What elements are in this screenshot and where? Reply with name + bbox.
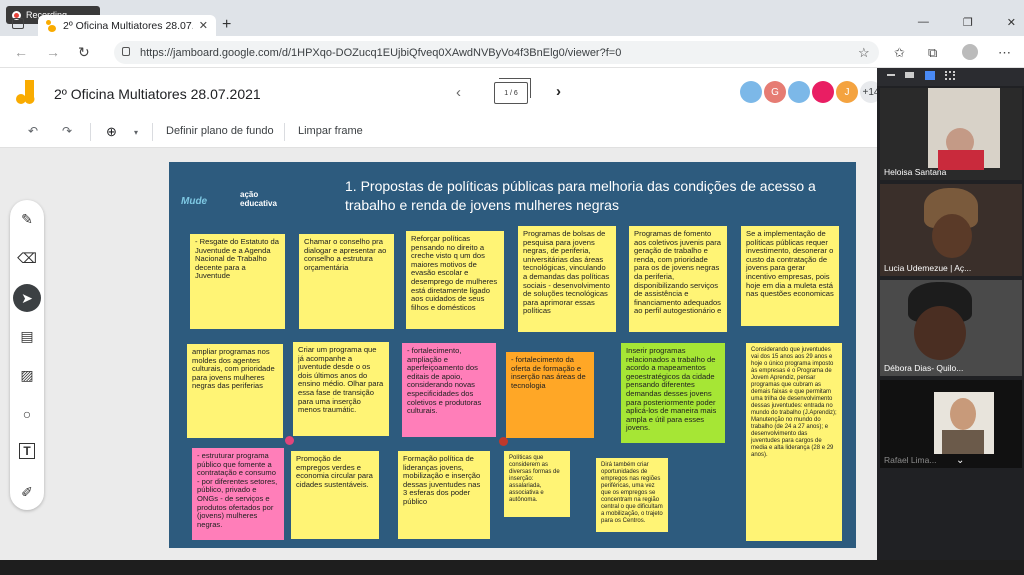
zoom-icon[interactable]: ⊕	[106, 124, 117, 140]
sticky-note[interactable]: Dirá também criar oportunidades de empre…	[596, 458, 668, 532]
close-window-icon[interactable]: ✕	[1007, 16, 1016, 29]
sticky-note[interactable]: Considerando que juventudes vai dos 15 a…	[746, 343, 842, 541]
jamboard-favicon-icon	[46, 19, 57, 32]
favorite-star-icon[interactable]: ☆	[858, 45, 870, 61]
video-tile[interactable]: Lucia Udemezue | Aç...	[880, 184, 1022, 276]
browser-tab[interactable]: 2º Oficina Multiatores 28.07.2021 ✕	[38, 15, 216, 36]
forward-icon[interactable]: →	[46, 44, 60, 60]
video-tile[interactable]: Rafael Lima... ⌄	[880, 380, 1022, 468]
laser-icon[interactable]: ✐	[17, 482, 37, 502]
toolbar-divider	[284, 123, 285, 141]
sticky-note[interactable]: Criar um programa que já acompanhe a juv…	[293, 342, 389, 436]
sticky-note[interactable]: ampliar programas nos moldes dos agentes…	[187, 344, 283, 438]
video-tile[interactable]: Heloisa Santana	[880, 88, 1022, 180]
video-tile[interactable]: Débora Dias- Quilo...	[880, 280, 1022, 376]
window-controls: — ❐ ✕	[918, 16, 1016, 29]
pen-icon[interactable]: ✎	[17, 209, 37, 229]
collaborator-avatar[interactable]: J	[836, 81, 858, 103]
close-tab-icon[interactable]: ✕	[199, 19, 208, 32]
tab-actions-icon[interactable]	[12, 18, 24, 29]
ink-mark[interactable]	[285, 436, 294, 445]
participant-name: Rafael Lima...	[884, 455, 937, 465]
jamboard-logo-icon[interactable]	[16, 80, 38, 106]
frame-bar-button[interactable]: 1 / 6	[494, 82, 528, 104]
sticky-note[interactable]: - estruturar programa público que foment…	[192, 448, 284, 540]
board-title[interactable]: 1. Propostas de políticas públicas para …	[345, 177, 825, 215]
sticky-note[interactable]: - fortalecimento, ampliação e aperfeiçoa…	[402, 343, 496, 437]
ink-mark[interactable]	[499, 437, 508, 446]
new-tab-icon[interactable]: +	[222, 16, 231, 34]
next-frame-icon[interactable]: ›	[556, 83, 561, 100]
restore-icon[interactable]: ❐	[963, 16, 973, 29]
sticky-note[interactable]: Formação política de lideranças jovens, …	[398, 451, 490, 539]
sticky-note[interactable]: Promoção de empregos verdes e economia c…	[291, 451, 379, 539]
image-icon[interactable]: ▨	[17, 365, 37, 385]
participant-name: Heloisa Santana	[884, 167, 947, 177]
sticky-note[interactable]: Inserir programas relacionados a trabalh…	[621, 343, 725, 443]
acao-educativa-logo: ação educativa	[240, 190, 277, 208]
collaborator-avatar[interactable]	[740, 81, 762, 103]
sticky-note[interactable]: Programas de bolsas de pesquisa para jov…	[518, 226, 616, 332]
collections-icon[interactable]: ⧉	[928, 45, 937, 61]
favorites-icon[interactable]: ✩	[894, 45, 905, 61]
collapse-panel-icon[interactable]: ⌄	[956, 455, 964, 466]
sticky-note[interactable]: Se a implementação de políticas públicas…	[741, 226, 839, 326]
tab-title: 2º Oficina Multiatores 28.07.2021	[62, 19, 193, 32]
sticky-note-icon[interactable]: ▤	[17, 326, 37, 346]
profile-avatar[interactable]	[962, 44, 978, 60]
set-background-button[interactable]: Definir plano de fundo	[166, 125, 274, 137]
collaborator-avatar[interactable]	[788, 81, 810, 103]
sticky-note[interactable]: Políticas que considerem as diversas for…	[504, 451, 570, 517]
zoom-dropdown-icon[interactable]: ▾	[134, 128, 138, 137]
grid-layout-icon[interactable]	[945, 71, 955, 80]
sticky-note[interactable]: Reforçar políticas pensando no direito a…	[406, 231, 504, 329]
redo-icon[interactable]: ↷	[62, 124, 72, 138]
board-name[interactable]: 2º Oficina Multiatores 28.07.2021	[54, 86, 261, 102]
mude-logo: Mude	[181, 196, 208, 207]
text-box-icon[interactable]: T	[19, 443, 35, 459]
video-call-controls	[877, 68, 1024, 86]
taskbar-strip	[0, 560, 1024, 575]
more-menu-icon[interactable]: ⋯	[998, 45, 1011, 61]
clear-frame-button[interactable]: Limpar frame	[298, 125, 363, 137]
sticky-note[interactable]: Chamar o conselho pra dialogar e apresen…	[299, 234, 394, 329]
toolbar-divider	[152, 123, 153, 141]
participant-name: Lucia Udemezue | Aç...	[884, 263, 972, 273]
sticky-note[interactable]: Programas de fomento aos coletivos juven…	[629, 226, 727, 332]
sticky-note[interactable]: - fortalecimento da oferta de formação e…	[506, 352, 594, 438]
sticky-note[interactable]: - Resgate do Estatuto da Juventude e a A…	[190, 234, 285, 329]
minimize-icon[interactable]: —	[918, 16, 929, 29]
collaborator-avatar[interactable]	[812, 81, 834, 103]
reload-icon[interactable]: ↻	[78, 44, 90, 61]
circle-shape-icon[interactable]: ○	[17, 404, 37, 424]
frame-indicator: 1 / 6	[504, 89, 518, 97]
select-pointer-icon[interactable]: ➤	[13, 284, 41, 312]
participant-name: Débora Dias- Quilo...	[884, 363, 964, 373]
back-icon[interactable]: ←	[14, 44, 28, 60]
collaborator-avatars: G J +14	[740, 81, 882, 103]
previous-frame-icon[interactable]: ‹	[456, 84, 461, 101]
sidebar-layout-icon[interactable]	[925, 71, 935, 80]
minimize-panel-icon[interactable]	[887, 74, 895, 76]
lock-icon[interactable]	[122, 47, 130, 56]
tool-palette	[10, 200, 44, 510]
address-bar[interactable]: https://jamboard.google.com/d/1HPXqo-DOZ…	[114, 41, 879, 64]
toolbar-divider	[90, 123, 91, 141]
undo-icon[interactable]: ↶	[28, 124, 38, 138]
eraser-icon[interactable]: ⌫	[17, 248, 37, 268]
collaborator-avatar[interactable]: G	[764, 81, 786, 103]
jamboard-toolbar	[0, 118, 877, 148]
pip-icon[interactable]	[905, 72, 914, 78]
